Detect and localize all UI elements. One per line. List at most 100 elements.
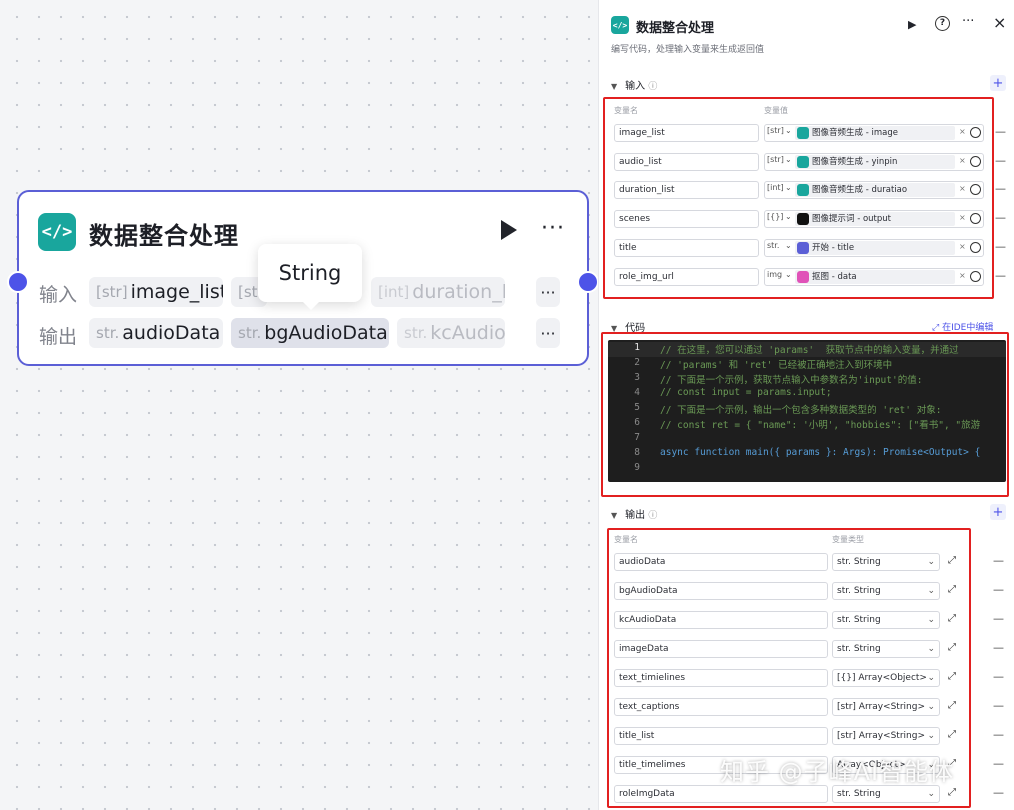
remove-output-button[interactable]: —: [993, 641, 1004, 654]
code-line[interactable]: // const input = params.input;: [660, 387, 832, 398]
output-var-name[interactable]: imageData: [614, 640, 828, 658]
variable-reference[interactable]: 开始 - title: [795, 241, 955, 255]
settings-icon[interactable]: [970, 156, 981, 167]
remove-input-button[interactable]: —: [995, 240, 1006, 253]
input-var-name[interactable]: audio_list: [614, 153, 759, 171]
input-var-value[interactable]: str. ⌄ 开始 - title ×: [764, 239, 984, 257]
expand-icon[interactable]: ⤢: [948, 700, 956, 711]
inputs-more-button[interactable]: ···: [536, 277, 560, 307]
input-var-value[interactable]: [str] ⌄ 图像音频生成 - yinpin ×: [764, 153, 984, 171]
input-var-value[interactable]: [{}] ⌄ 图像提示词 - output ×: [764, 210, 984, 228]
chevron-down-icon[interactable]: ⌄: [785, 212, 792, 221]
add-output-button[interactable]: +: [990, 504, 1006, 520]
workflow-canvas[interactable]: [0, 0, 598, 810]
output-chip[interactable]: str. kcAudio: [397, 318, 505, 348]
remove-output-button[interactable]: —: [993, 728, 1004, 741]
clear-icon[interactable]: ×: [959, 213, 966, 222]
remove-input-button[interactable]: —: [995, 269, 1006, 282]
code-line[interactable]: // 'params' 和 'ret' 已经被正确地注入到环境中: [660, 357, 892, 371]
expand-icon[interactable]: ⤢: [948, 729, 956, 740]
outputs-more-button[interactable]: ···: [536, 318, 560, 348]
type-select[interactable]: [str]: [767, 155, 784, 164]
code-editor[interactable]: 1 // 在这里，您可以通过 'params' 获取节点中的输入变量，并通过 2 …: [608, 340, 1006, 482]
remove-input-button[interactable]: —: [995, 125, 1006, 138]
code-section-header[interactable]: ▼ 代码: [611, 319, 645, 334]
remove-output-button[interactable]: —: [993, 699, 1004, 712]
input-chip[interactable]: [int] duration_li: [371, 277, 505, 307]
expand-icon[interactable]: ⤢: [948, 787, 956, 798]
settings-icon[interactable]: [970, 213, 981, 224]
clear-icon[interactable]: ×: [959, 127, 966, 136]
output-var-name[interactable]: title_list: [614, 727, 828, 745]
code-line[interactable]: // const ret = { "name": '小明', "hobbies"…: [660, 417, 980, 431]
chevron-down-icon[interactable]: ⌄: [785, 155, 792, 164]
type-select[interactable]: [{}]: [767, 212, 783, 221]
input-section-header[interactable]: ▼ 输入 ⓘ: [611, 77, 657, 92]
settings-icon[interactable]: [970, 127, 981, 138]
variable-reference[interactable]: 图像音频生成 - image: [795, 126, 955, 140]
output-var-name[interactable]: audioData: [614, 553, 828, 571]
input-var-value[interactable]: img ⌄ 抠图 - data ×: [764, 268, 984, 286]
more-icon[interactable]: ···: [962, 14, 974, 29]
variable-reference[interactable]: 抠图 - data: [795, 270, 955, 284]
output-var-name[interactable]: text_timielines: [614, 669, 828, 687]
output-var-name[interactable]: bgAudioData: [614, 582, 828, 600]
input-var-value[interactable]: [int] ⌄ 图像音频生成 - duratiao ×: [764, 181, 984, 199]
input-var-name[interactable]: image_list: [614, 124, 759, 142]
output-var-name[interactable]: kcAudioData: [614, 611, 828, 629]
remove-input-button[interactable]: —: [995, 211, 1006, 224]
output-type-select[interactable]: str. String ⌄: [832, 582, 940, 600]
output-type-select[interactable]: [str] Array<String> ⌄: [832, 727, 940, 745]
remove-output-button[interactable]: —: [993, 583, 1004, 596]
output-type-select[interactable]: [{}] Array<Object> ⌄: [832, 669, 940, 687]
clear-icon[interactable]: ×: [959, 156, 966, 165]
settings-icon[interactable]: [970, 184, 981, 195]
run-icon[interactable]: [501, 220, 517, 240]
expand-icon[interactable]: ⤢: [948, 613, 956, 624]
type-select[interactable]: [str]: [767, 126, 784, 135]
output-type-select[interactable]: str. String ⌄: [832, 611, 940, 629]
output-type-select[interactable]: str. String ⌄: [832, 785, 940, 803]
remove-output-button[interactable]: —: [993, 612, 1004, 625]
variable-reference[interactable]: 图像提示词 - output: [795, 212, 955, 226]
remove-output-button[interactable]: —: [993, 670, 1004, 683]
expand-icon[interactable]: ⤢: [948, 642, 956, 653]
input-port[interactable]: [7, 271, 29, 293]
code-line[interactable]: // 在这里，您可以通过 'params' 获取节点中的输入变量，并通过: [660, 342, 959, 356]
code-line[interactable]: async function main({ params }: Args): P…: [660, 447, 980, 458]
input-var-name[interactable]: role_img_url: [614, 268, 759, 286]
input-var-name[interactable]: scenes: [614, 210, 759, 228]
clear-icon[interactable]: ×: [959, 242, 966, 251]
input-var-name[interactable]: duration_list: [614, 181, 759, 199]
remove-input-button[interactable]: —: [995, 154, 1006, 167]
type-select[interactable]: [int]: [767, 183, 784, 192]
input-var-name[interactable]: title: [614, 239, 759, 257]
remove-output-button[interactable]: —: [993, 757, 1004, 770]
output-type-select[interactable]: [str] Array<String> ⌄: [832, 698, 940, 716]
expand-icon[interactable]: ⤢: [948, 555, 956, 566]
remove-output-button[interactable]: —: [993, 554, 1004, 567]
clear-icon[interactable]: ×: [959, 184, 966, 193]
chevron-down-icon[interactable]: ⌄: [785, 126, 792, 135]
variable-reference[interactable]: 图像音频生成 - duratiao: [795, 183, 955, 197]
expand-icon[interactable]: ⤢: [948, 584, 956, 595]
clear-icon[interactable]: ×: [959, 271, 966, 280]
output-type-select[interactable]: str. String ⌄: [832, 640, 940, 658]
input-var-value[interactable]: [str] ⌄ 图像音频生成 - image ×: [764, 124, 984, 142]
output-var-name[interactable]: roleImgData: [614, 785, 828, 803]
chevron-down-icon[interactable]: ⌄: [785, 183, 792, 192]
output-var-name[interactable]: text_captions: [614, 698, 828, 716]
settings-icon[interactable]: [970, 242, 981, 253]
output-chip[interactable]: str. audioData: [89, 318, 223, 348]
variable-reference[interactable]: 图像音频生成 - yinpin: [795, 155, 955, 169]
output-port[interactable]: [577, 271, 599, 293]
add-input-button[interactable]: +: [990, 75, 1006, 91]
settings-icon[interactable]: [970, 271, 981, 282]
input-chip[interactable]: [str] image_list: [89, 277, 223, 307]
type-select[interactable]: img: [767, 270, 782, 279]
help-icon[interactable]: ?: [935, 16, 950, 31]
chevron-down-icon[interactable]: ⌄: [785, 241, 792, 250]
chevron-down-icon[interactable]: ⌄: [785, 270, 792, 279]
output-type-select[interactable]: str. String ⌄: [832, 553, 940, 571]
remove-input-button[interactable]: —: [995, 182, 1006, 195]
